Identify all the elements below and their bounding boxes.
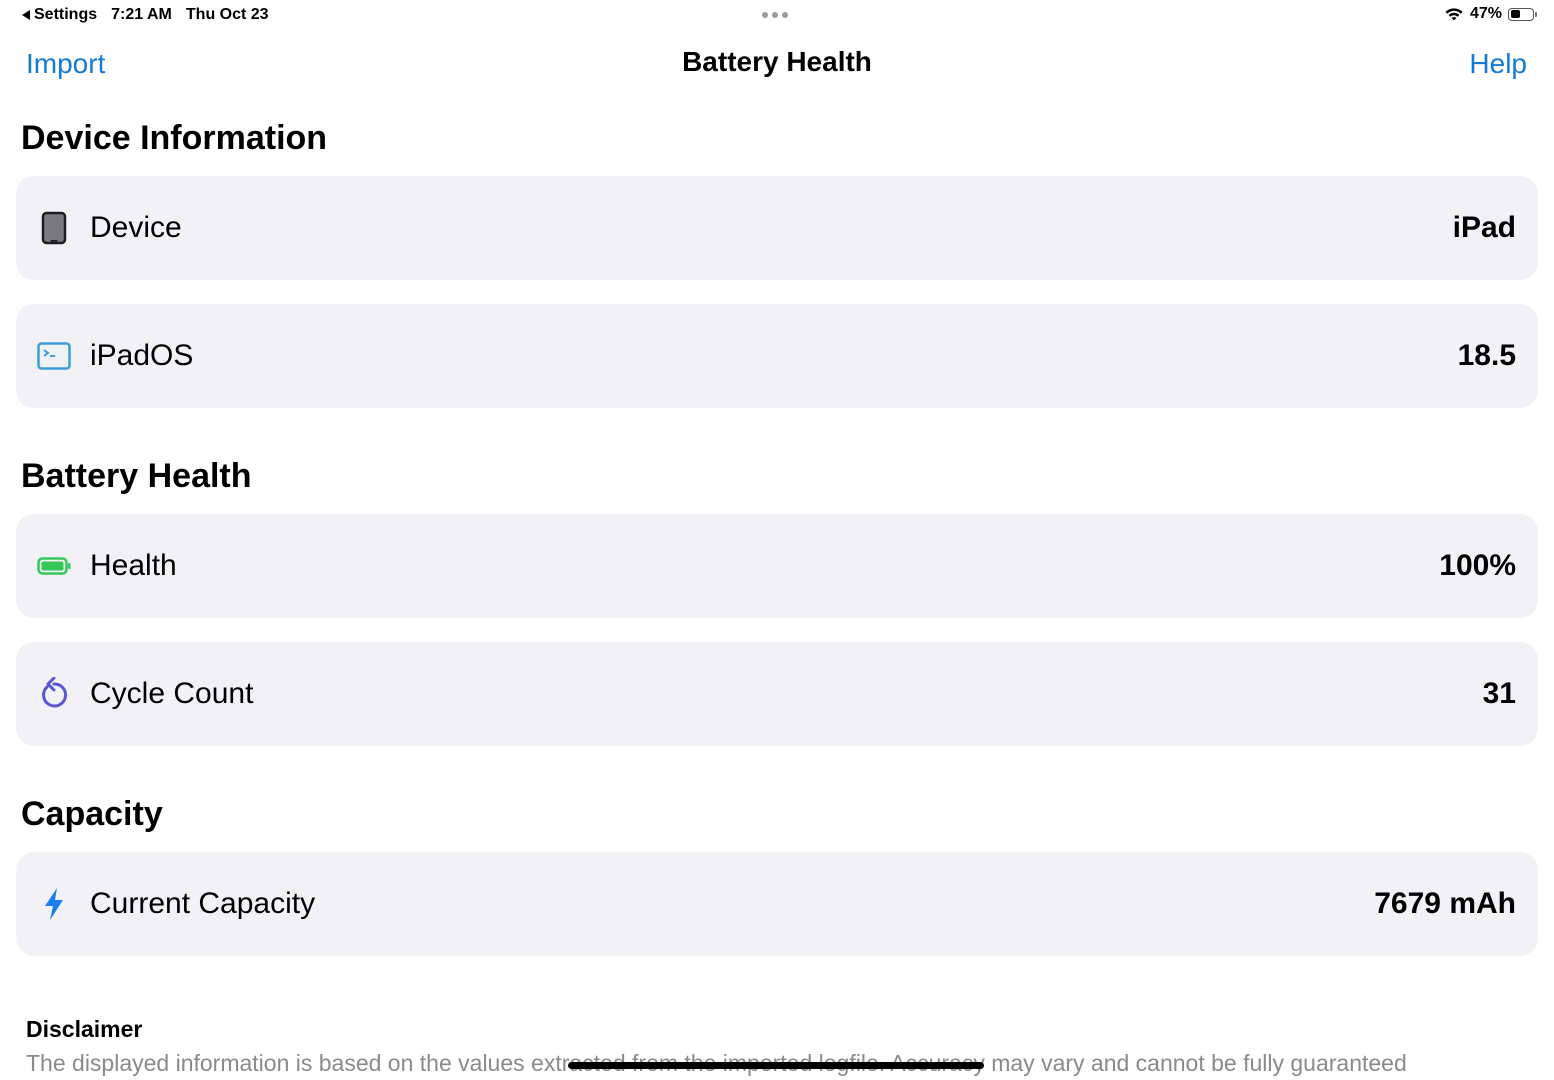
list-item-health[interactable]: Health 100%: [16, 514, 1538, 618]
section-title-device-information: Device Information: [21, 119, 328, 157]
status-battery-icon: [1508, 7, 1537, 21]
back-to-app-link[interactable]: Settings: [22, 6, 97, 24]
back-triangle-icon: [22, 10, 30, 20]
multitasking-dots-icon[interactable]: [762, 12, 788, 18]
row-label: Cycle Count: [90, 677, 254, 710]
disclaimer-title: Disclaimer: [26, 1016, 143, 1042]
section-title-capacity: Capacity: [21, 795, 163, 833]
dot: [772, 12, 778, 18]
row-value: 18.5: [1457, 339, 1516, 372]
list-item-cycle-count[interactable]: Cycle Count 31: [16, 642, 1538, 746]
row-value: 7679 mAh: [1374, 887, 1516, 920]
ipad-icon: [36, 210, 72, 246]
status-date: Thu Oct 23: [185, 6, 269, 23]
row-value: iPad: [1452, 211, 1516, 244]
status-bar: Settings 7:21 AM Thu Oct 23 47%: [0, 0, 1554, 32]
navigation-bar: Import Battery Health Help: [0, 40, 1554, 90]
row-value: 100%: [1439, 549, 1516, 582]
battery-full-icon: [36, 548, 72, 584]
terminal-icon: [36, 338, 72, 374]
status-right: 47%: [1444, 5, 1537, 23]
bolt-icon: [36, 886, 72, 922]
list-item-device[interactable]: Device iPad: [16, 176, 1538, 280]
status-battery-fill: [1510, 10, 1520, 18]
row-label: Current Capacity: [90, 887, 316, 920]
help-button[interactable]: Help: [1469, 48, 1527, 80]
cycle-arrow-icon: [36, 676, 72, 712]
dot: [782, 12, 788, 18]
list-item-ipados[interactable]: iPadOS 18.5: [16, 304, 1538, 408]
page-title: Battery Health: [682, 46, 872, 77]
row-label: Device: [90, 211, 182, 244]
dot: [762, 12, 768, 18]
row-label: iPadOS: [90, 339, 194, 372]
row-value: 31: [1482, 677, 1516, 710]
back-app-label: Settings: [34, 6, 98, 23]
battery-percent: 47%: [1469, 5, 1502, 22]
row-label: Health: [90, 549, 177, 582]
home-indicator[interactable]: [568, 1062, 984, 1069]
section-title-battery-health: Battery Health: [21, 457, 252, 495]
status-time: 7:21 AM: [111, 6, 172, 23]
wifi-icon: [1445, 8, 1463, 21]
list-item-current-capacity[interactable]: Current Capacity 7679 mAh: [16, 852, 1538, 956]
status-left: Settings 7:21 AM Thu Oct 23: [22, 6, 269, 24]
